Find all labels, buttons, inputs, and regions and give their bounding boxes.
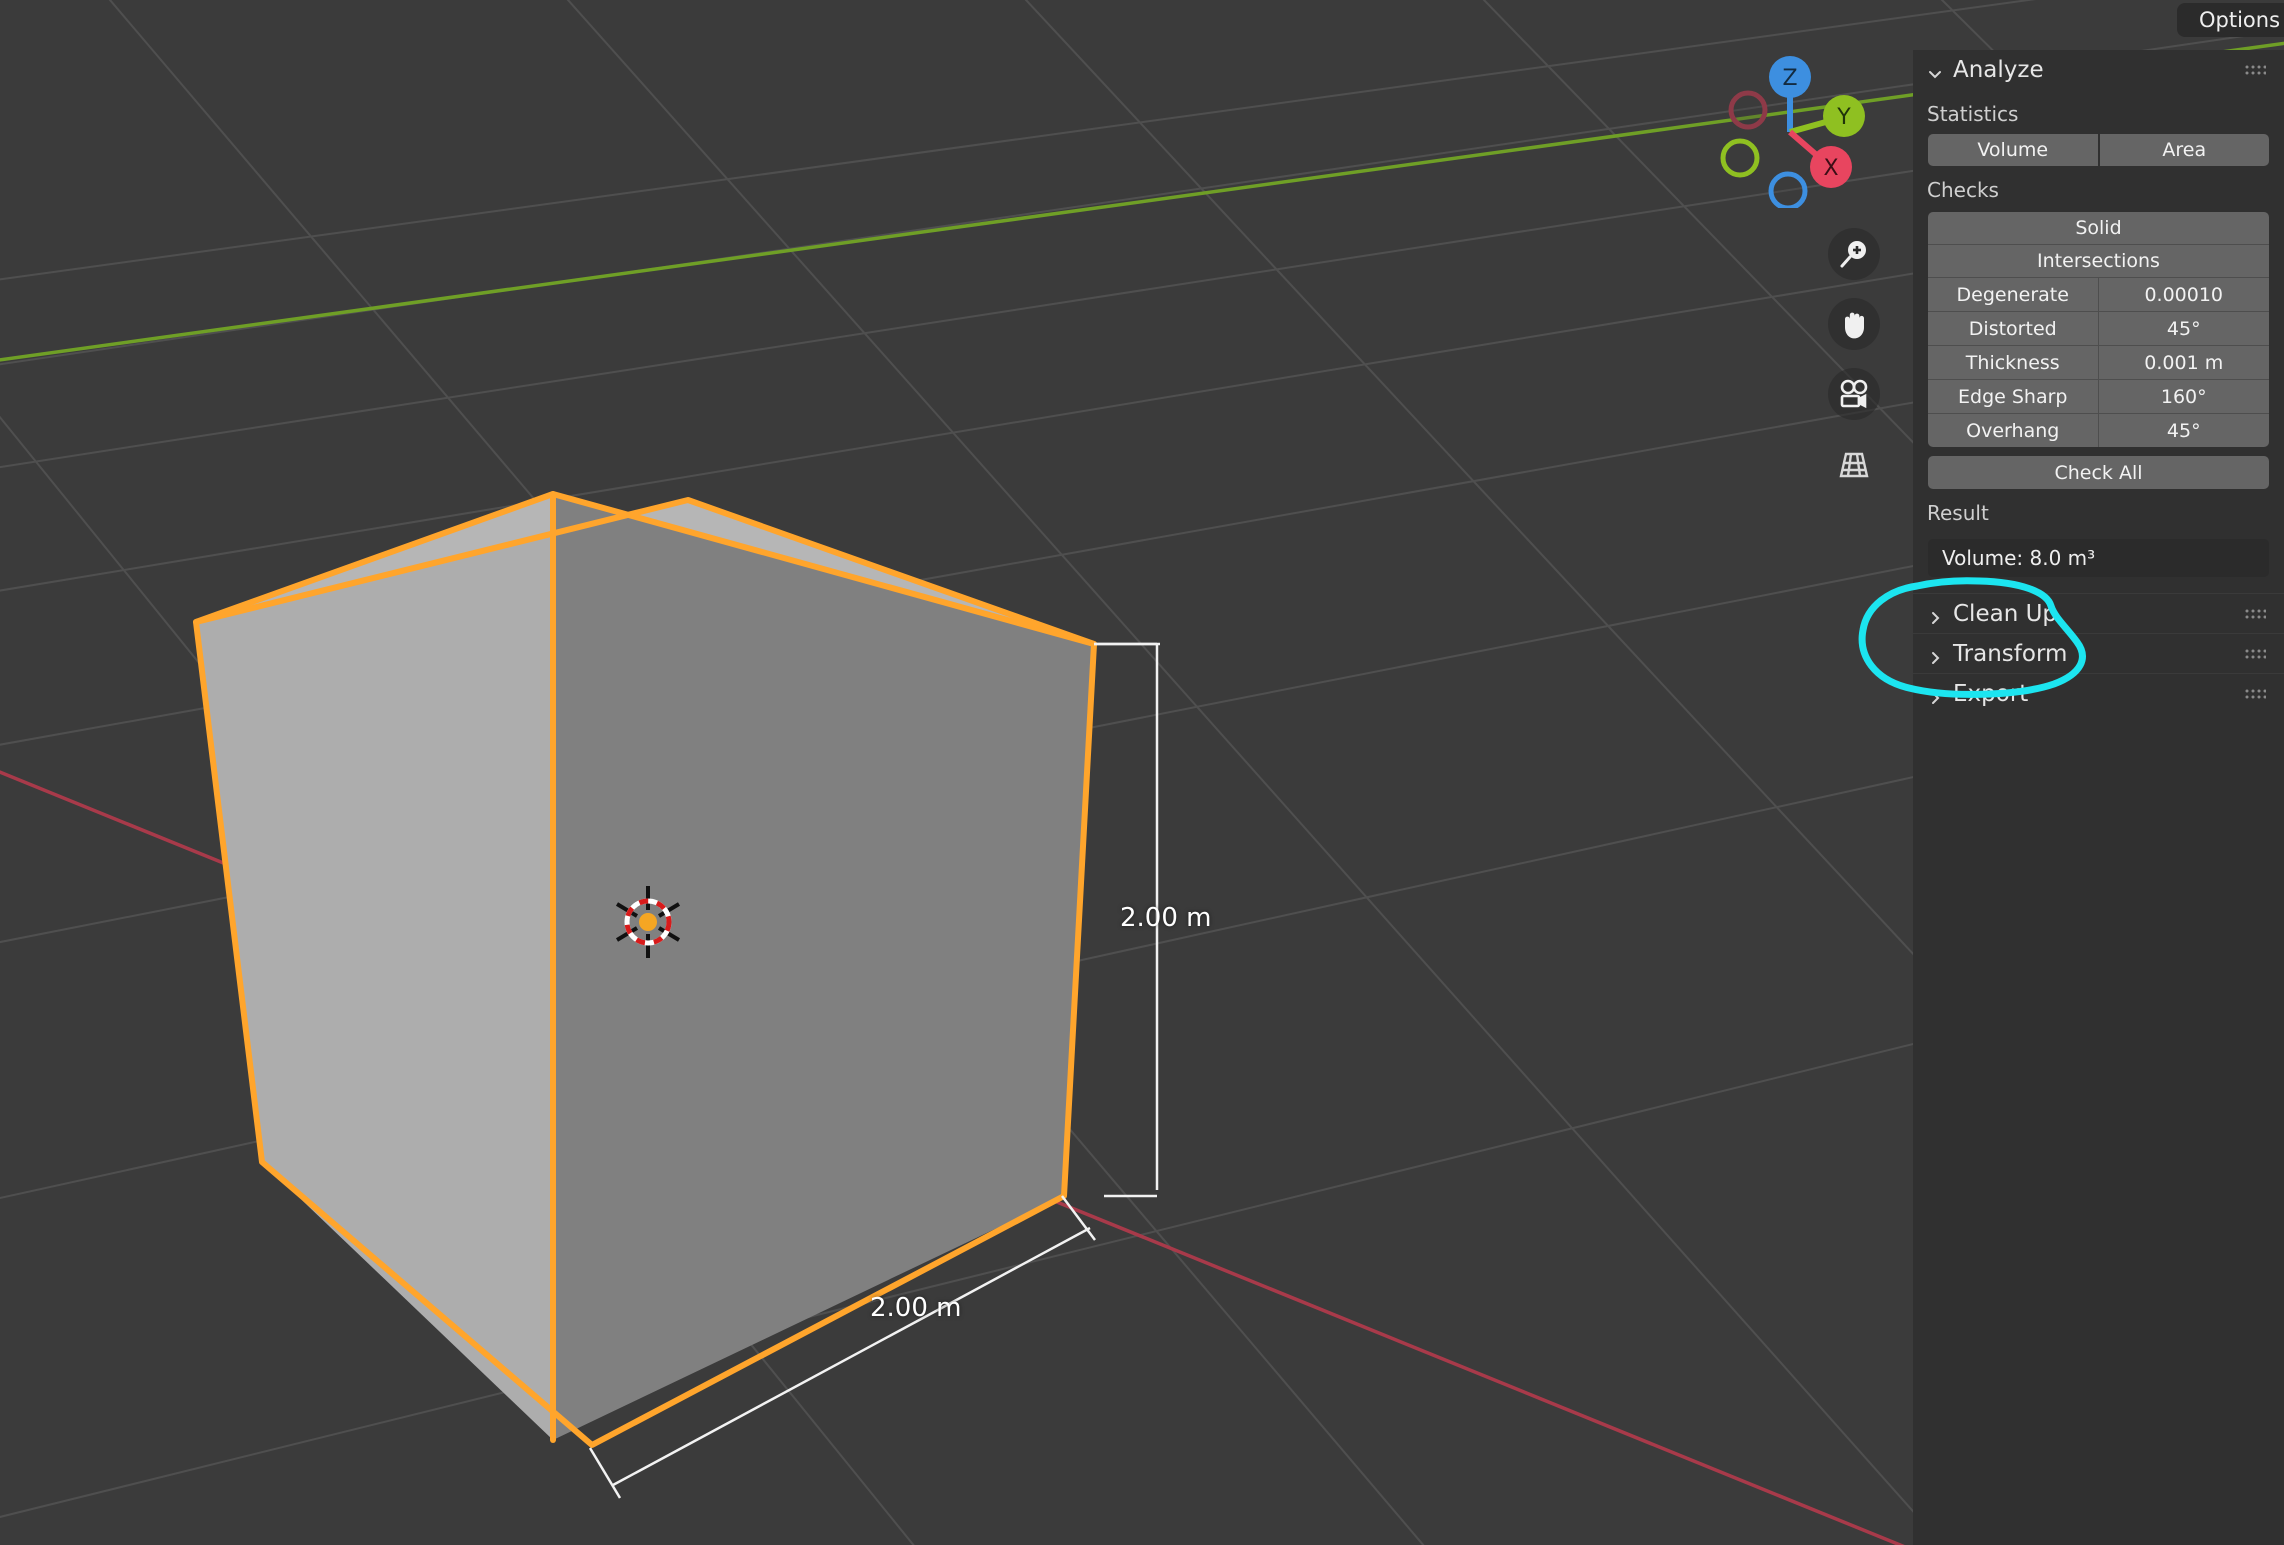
statistics-label: Statistics — [1927, 102, 2019, 126]
check-distorted-value[interactable]: 45° — [2098, 312, 2269, 345]
volume-button[interactable]: Volume — [1928, 134, 2098, 166]
perspective-grid-icon[interactable] — [1828, 438, 1880, 490]
check-thickness-button[interactable]: Thickness — [1928, 346, 2099, 379]
check-edge-sharp-button[interactable]: Edge Sharp — [1928, 380, 2099, 413]
check-row-degenerate: Degenerate 0.00010 — [1928, 278, 2269, 312]
check-degenerate-value[interactable]: 0.00010 — [2098, 278, 2269, 311]
gizmo-axis-neg-z — [1768, 171, 1808, 211]
grip-dots-icon[interactable] — [2244, 601, 2267, 627]
gizmo-axis-neg-x — [1728, 90, 1768, 130]
result-label: Result — [1927, 501, 1989, 525]
check-intersections-button[interactable]: Intersections — [1928, 245, 2269, 278]
check-row-distorted: Distorted 45° — [1928, 312, 2269, 346]
gizmo-axis-y-label: Y — [1836, 105, 1851, 130]
transform-panel-header[interactable]: Transform — [1913, 633, 2284, 673]
height-dimension-label: 2.00 m — [1120, 903, 1212, 933]
options-button[interactable]: Options — [2177, 3, 2284, 37]
navigation-gizmo[interactable]: Z Y X — [1700, 48, 1880, 211]
grip-dots-icon[interactable] — [2244, 641, 2267, 667]
gizmo-axis-z-label: Z — [1782, 66, 1797, 91]
check-overhang-value[interactable]: 45° — [2098, 414, 2269, 447]
width-dimension-label: 2.00 m — [870, 1293, 962, 1323]
statistics-buttons: Volume Area — [1913, 134, 2284, 166]
camera-icon[interactable] — [1828, 368, 1880, 420]
check-overhang-button[interactable]: Overhang — [1928, 414, 2099, 447]
chevron-right-icon — [1927, 606, 1943, 624]
viewport-tool-buttons — [1828, 228, 1880, 490]
analyze-panel-header[interactable]: Analyze — [1913, 50, 2284, 90]
clean-up-panel-title: Clean Up — [1953, 600, 2058, 627]
check-thickness-value[interactable]: 0.001 m — [2098, 346, 2269, 379]
chevron-down-icon — [1927, 62, 1943, 79]
check-row-overhang: Overhang 45° — [1928, 414, 2269, 447]
check-distorted-button[interactable]: Distorted — [1928, 312, 2099, 345]
grip-dots-icon[interactable] — [2244, 57, 2267, 83]
blender-window: 2.00 m 2.00 m Z Y X Analyze Statistics V… — [0, 0, 2284, 1545]
clean-up-panel-header[interactable]: Clean Up — [1913, 593, 2284, 633]
zoom-icon[interactable] — [1828, 228, 1880, 280]
check-edge-sharp-value[interactable]: 160° — [2098, 380, 2269, 413]
gizmo-axis-x-label: X — [1823, 156, 1838, 181]
pan-hand-icon[interactable] — [1828, 298, 1880, 350]
check-row-thickness: Thickness 0.001 m — [1928, 346, 2269, 380]
check-solid-button[interactable]: Solid — [1928, 212, 2269, 245]
properties-panel-content: Analyze Statistics Volume Area Checks So… — [1913, 50, 2284, 713]
check-all-button[interactable]: Check All — [1928, 456, 2269, 489]
checks-list: Solid Intersections Degenerate 0.00010 D… — [1913, 212, 2284, 447]
export-panel-header[interactable]: Export — [1913, 673, 2284, 713]
check-degenerate-button[interactable]: Degenerate — [1928, 278, 2099, 311]
grip-dots-icon[interactable] — [2244, 681, 2267, 707]
transform-panel-title: Transform — [1953, 640, 2068, 667]
result-volume-value: Volume: 8.0 m³ — [1928, 539, 2269, 577]
analyze-panel-title: Analyze — [1953, 57, 2044, 83]
checks-label: Checks — [1927, 178, 1999, 202]
area-button[interactable]: Area — [2099, 134, 2269, 166]
chevron-right-icon — [1927, 646, 1943, 664]
chevron-right-icon — [1927, 686, 1943, 704]
check-row-edge-sharp: Edge Sharp 160° — [1928, 380, 2269, 414]
gizmo-axis-neg-y — [1720, 138, 1760, 178]
export-panel-title: Export — [1953, 680, 2029, 707]
